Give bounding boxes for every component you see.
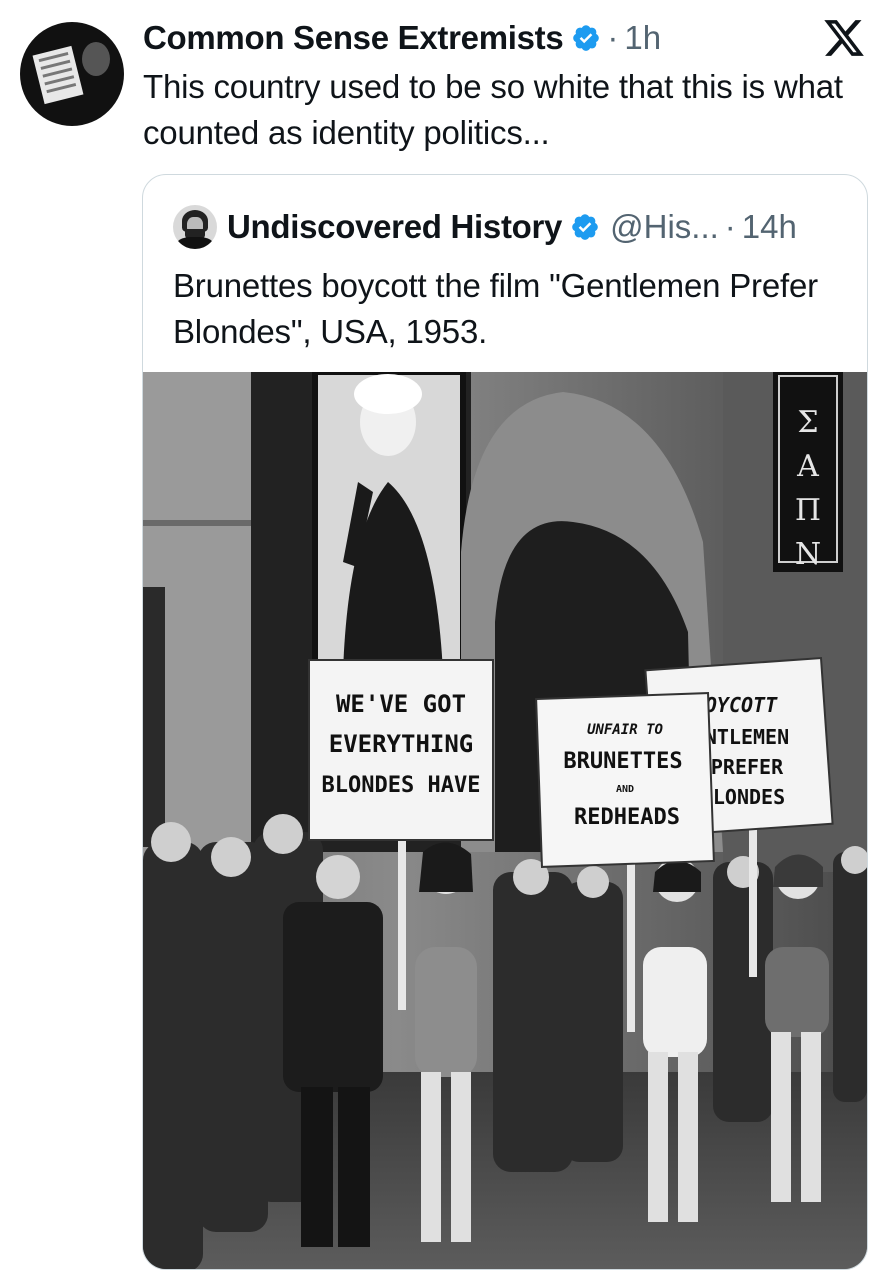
sign-1-line-1: WE'VE GOT — [336, 690, 466, 718]
protest-sign-2: UNFAIR TO BRUNETTES AND REDHEADS — [535, 692, 715, 868]
quoted-post-header: Undiscovered History @His... · 14h — [173, 205, 797, 249]
author-avatar[interactable] — [20, 22, 124, 126]
verified-badge-icon — [572, 214, 598, 240]
quoted-post-card[interactable]: Undiscovered History @His... · 14h Brune… — [142, 174, 868, 1270]
quoted-author-avatar[interactable] — [173, 205, 217, 249]
quoted-author-name[interactable]: Undiscovered History — [227, 205, 562, 249]
sign-2-line-4: REDHEADS — [574, 805, 680, 830]
sign-3-line-2: NTLEMEN — [705, 725, 789, 749]
author-name[interactable]: Common Sense Extremists — [143, 16, 564, 60]
quoted-handle[interactable]: @His... — [610, 205, 719, 249]
newspaper-graphic — [32, 45, 84, 105]
post-timestamp[interactable]: 1h — [624, 16, 661, 60]
post-header: Common Sense Extremists · 1h — [143, 16, 661, 60]
sign-3-line-4: LONDES — [713, 785, 785, 809]
sign-2-line-1: UNFAIR TO — [587, 722, 663, 738]
quoted-timestamp[interactable]: 14h — [742, 205, 797, 249]
sign-1-line-3: BLONDES HAVE — [322, 773, 481, 798]
avatar-face — [82, 42, 110, 76]
protest-photo[interactable]: ΣΑΠΝ WE'VE GOT EVERYTHING BLONDES HAVE O… — [143, 372, 867, 1269]
separator-dot: · — [607, 19, 619, 56]
sign-2-line-2: BRUNETTES — [563, 749, 682, 774]
sign-3-line-3: PREFER — [711, 755, 784, 779]
post-text: This country used to be so white that th… — [143, 68, 843, 151]
x-logo-icon[interactable] — [822, 16, 866, 60]
sign-3-line-1: OYCOTT — [705, 693, 778, 717]
protest-sign-1: WE'VE GOT EVERYTHING BLONDES HAVE — [308, 659, 494, 841]
separator-dot: · — [724, 208, 736, 245]
sign-2-line-3: AND — [616, 784, 634, 795]
quoted-post-text: Brunettes boycott the film "Gentlemen Pr… — [173, 267, 818, 350]
verified-badge-icon — [573, 25, 600, 51]
sign-1-line-2: EVERYTHING — [329, 730, 474, 758]
